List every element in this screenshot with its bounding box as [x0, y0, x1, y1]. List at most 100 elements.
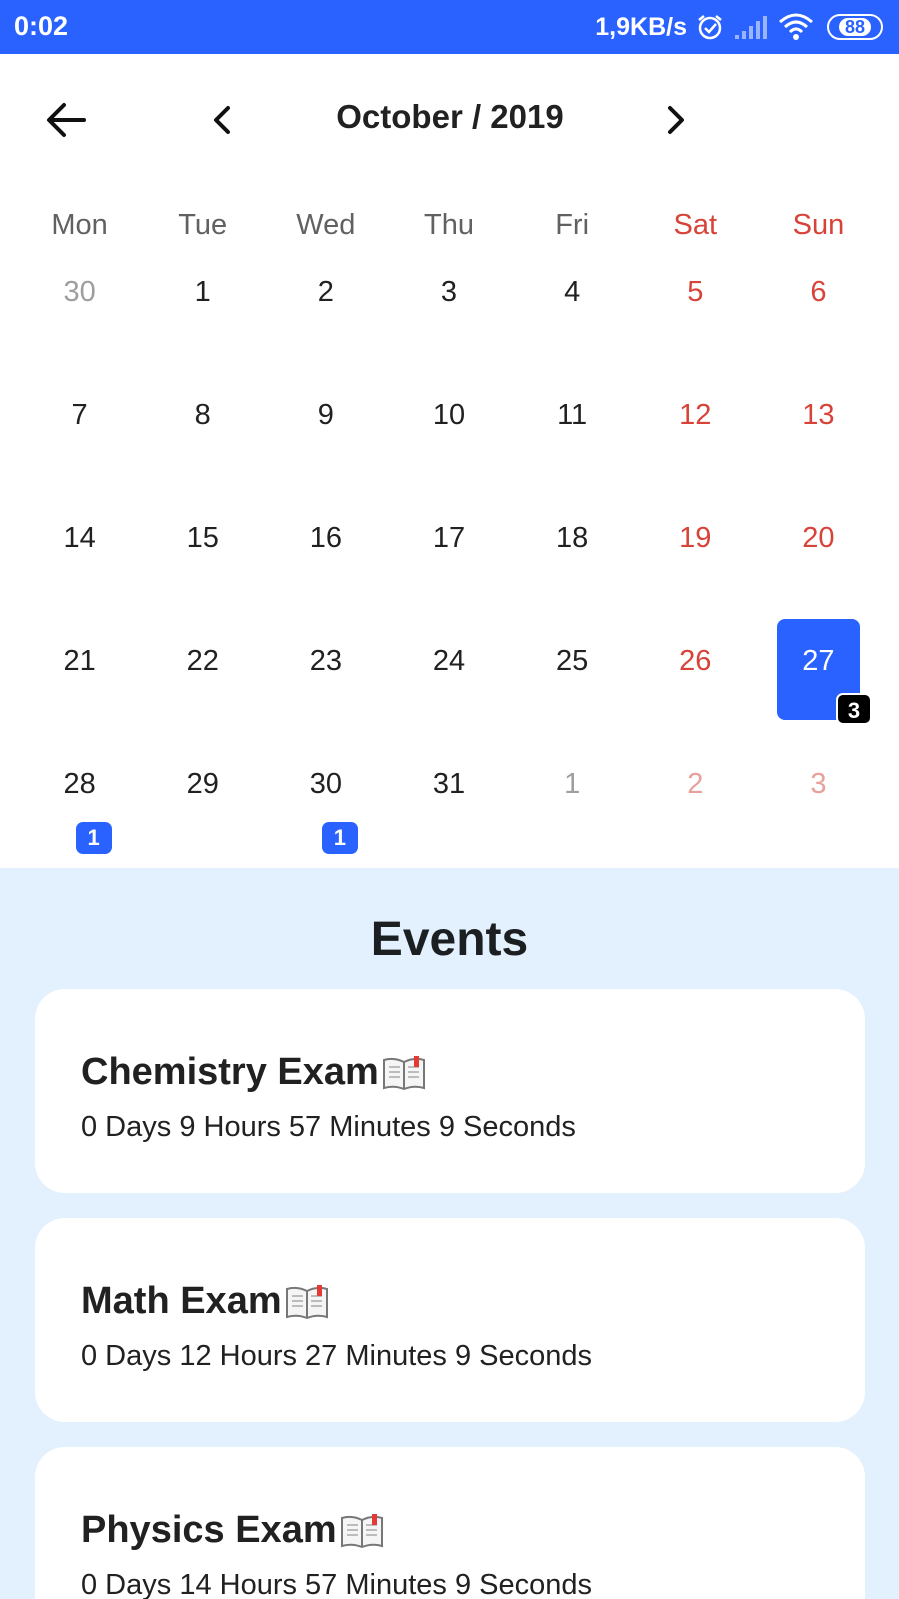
day-number: 24 — [432, 645, 466, 677]
events-section: Events Chemistry Exam 0 Days 9 Hours 57 … — [0, 868, 899, 1599]
calendar-day[interactable]: 12 — [634, 373, 757, 496]
calendar-day[interactable]: 10 — [387, 373, 510, 496]
month-title: October / 2019 — [336, 98, 564, 135]
day-number: 25 — [556, 645, 589, 677]
calendar-day[interactable]: 24 — [387, 619, 510, 742]
day-number: 1 — [564, 768, 581, 800]
day-number: 26 — [679, 645, 712, 677]
day-number: 2 — [317, 276, 334, 308]
day-number: 30 — [309, 768, 342, 800]
day-number: 18 — [556, 522, 589, 554]
day-number: 3 — [810, 768, 827, 800]
calendar-day[interactable]: 28 1 — [18, 742, 141, 865]
calendar-day[interactable]: 29 — [141, 742, 264, 865]
status-icons: 1,9KB/s 88 — [595, 10, 883, 44]
calendar-day[interactable]: 1 — [511, 742, 634, 865]
event-card[interactable]: Physics Exam 0 Days 14 Hours 57 Minutes … — [35, 1447, 865, 1599]
day-number: 8 — [194, 399, 211, 431]
calendar-day[interactable]: 16 — [264, 496, 387, 619]
weekday-label: Sat — [673, 209, 718, 241]
calendar-day[interactable]: 23 — [264, 619, 387, 742]
open-book-icon — [340, 1513, 383, 1548]
day-number: 23 — [309, 645, 342, 677]
wifi-icon — [779, 13, 813, 40]
day-number: 12 — [679, 399, 712, 431]
day-number: 11 — [557, 399, 588, 431]
calendar-day[interactable]: 26 — [634, 619, 757, 742]
signal-icon — [735, 16, 767, 39]
calendar-day[interactable]: 8 — [141, 373, 264, 496]
calendar-day[interactable]: 19 — [634, 496, 757, 619]
calendar-day[interactable]: 2 — [264, 250, 387, 373]
open-book-icon — [382, 1055, 425, 1090]
event-name: Math Exam — [81, 1280, 282, 1322]
day-number: 3 — [440, 276, 458, 308]
weekday-label: Tue — [178, 209, 228, 241]
status-time: 0:02 — [14, 11, 69, 41]
calendar-day[interactable]: 30 — [18, 250, 141, 373]
day-number: 6 — [810, 276, 827, 308]
event-countdown: 0 Days 14 Hours 57 Minutes 9 Seconds — [81, 1569, 592, 1599]
calendar-day[interactable]: 17 — [387, 496, 510, 619]
calendar-day[interactable]: 3 — [757, 742, 880, 865]
event-title: Physics Exam — [81, 1509, 385, 1552]
calendar-day[interactable]: 20 — [757, 496, 880, 619]
arrow-left-icon — [47, 103, 86, 137]
event-countdown: 0 Days 9 Hours 57 Minutes 9 Seconds — [81, 1111, 576, 1143]
day-number: 29 — [186, 768, 219, 800]
day-number: 31 — [432, 768, 466, 800]
calendar-day[interactable]: 30 1 — [264, 742, 387, 865]
day-number: 17 — [432, 522, 466, 554]
calendar-day[interactable]: 22 — [141, 619, 264, 742]
day-number: 4 — [564, 276, 581, 308]
battery-level: 88 — [838, 18, 872, 36]
calendar-day[interactable]: 4 — [511, 250, 634, 373]
previous-month-button[interactable] — [198, 92, 246, 148]
event-count-badge: 3 — [836, 693, 872, 725]
next-month-button[interactable] — [652, 92, 700, 148]
calendar-day[interactable]: 3 — [387, 250, 510, 373]
day-number: 30 — [63, 276, 96, 308]
calendar-day[interactable]: 1 — [141, 250, 264, 373]
event-count-badge: 1 — [321, 822, 358, 854]
calendar-day[interactable]: 18 — [511, 496, 634, 619]
calendar-day[interactable]: 15 — [141, 496, 264, 619]
weekday-label: Thu — [424, 209, 474, 241]
event-title: Math Exam — [81, 1280, 330, 1323]
weekday-row: Mon Tue Wed Thu Fri Sat Sun — [18, 200, 880, 250]
day-number: 1 — [194, 276, 211, 308]
calendar-day[interactable]: 13 — [757, 373, 880, 496]
calendar-day[interactable]: 14 — [18, 496, 141, 619]
calendar-day-selected[interactable]: 27 3 — [757, 619, 880, 742]
network-speed: 1,9KB/s — [595, 12, 687, 41]
events-title: Events — [370, 913, 529, 966]
day-number: 27 — [802, 645, 835, 677]
calendar-day[interactable]: 5 — [634, 250, 757, 373]
calendar-day[interactable]: 11 — [511, 373, 634, 496]
calendar-day[interactable]: 25 — [511, 619, 634, 742]
calendar-day[interactable]: 2 — [634, 742, 757, 865]
event-title: Chemistry Exam — [81, 1051, 427, 1094]
day-number: 20 — [802, 522, 835, 554]
day-number: 7 — [71, 399, 88, 431]
event-card[interactable]: Chemistry Exam 0 Days 9 Hours 57 Minutes… — [35, 989, 865, 1193]
day-number: 9 — [317, 399, 334, 431]
day-number: 15 — [186, 522, 219, 554]
event-card[interactable]: Math Exam 0 Days 12 Hours 27 Minutes 9 S… — [35, 1218, 865, 1422]
day-number: 22 — [186, 645, 219, 677]
calendar-day[interactable]: 7 — [18, 373, 141, 496]
back-button[interactable] — [38, 92, 94, 148]
weekday-label: Sun — [792, 209, 845, 241]
event-name: Physics Exam — [81, 1509, 337, 1551]
day-number: 19 — [679, 522, 712, 554]
alarm-icon — [698, 15, 722, 40]
calendar-day[interactable]: 21 — [18, 619, 141, 742]
event-name: Chemistry Exam — [81, 1051, 379, 1093]
calendar-day[interactable]: 6 — [757, 250, 880, 373]
day-number: 13 — [802, 399, 835, 431]
day-number: 14 — [63, 522, 96, 554]
calendar-day[interactable]: 31 — [387, 742, 510, 865]
calendar-day[interactable]: 9 — [264, 373, 387, 496]
status-bar: 0:02 1,9KB/s 88 — [0, 0, 899, 54]
open-book-icon — [285, 1284, 328, 1319]
